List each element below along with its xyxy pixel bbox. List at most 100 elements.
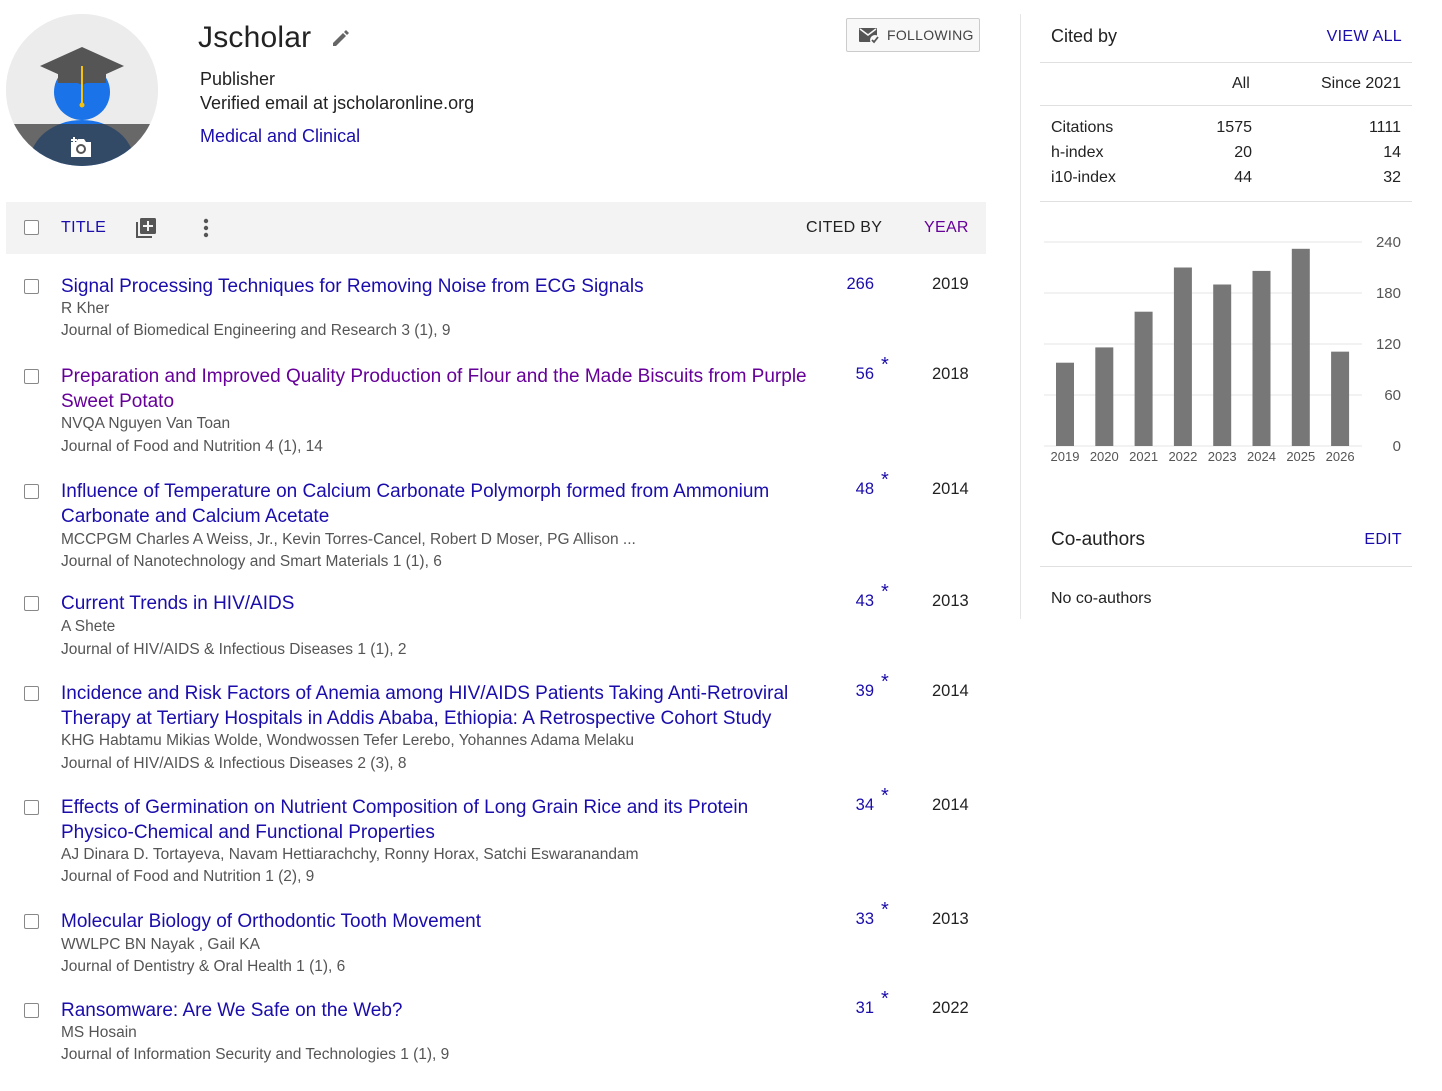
- column-since-header: Since 2021: [1320, 75, 1401, 92]
- stat-label: i10-index: [1051, 169, 1116, 186]
- stat-all: 20: [1234, 144, 1252, 161]
- article-year: 2019: [932, 275, 969, 293]
- divider: [1040, 201, 1412, 202]
- cited-by-count[interactable]: 56: [856, 365, 874, 384]
- bar[interactable]: [1056, 362, 1074, 446]
- y-tick-label: 180: [1376, 285, 1401, 302]
- x-tick-label: 2025: [1286, 449, 1315, 464]
- article-title-link[interactable]: Signal Processing Techniques for Removin…: [61, 274, 811, 299]
- x-tick-label: 2023: [1208, 449, 1237, 464]
- article-venue: Journal of HIV/AIDS & Infectious Disease…: [61, 641, 407, 658]
- bar[interactable]: [1095, 347, 1114, 446]
- merged-marker: *: [881, 469, 889, 491]
- bar[interactable]: [1134, 311, 1153, 446]
- stat-label: Citations: [1051, 119, 1114, 136]
- bar[interactable]: [1331, 351, 1350, 446]
- stat-since: 1111: [1368, 119, 1401, 136]
- y-tick-label: 0: [1393, 438, 1401, 455]
- add-article-icon[interactable]: [135, 217, 157, 239]
- stat-label: h-index: [1051, 144, 1104, 161]
- divider: [1040, 566, 1412, 567]
- bar[interactable]: [1252, 270, 1271, 446]
- row-checkbox[interactable]: [24, 369, 39, 384]
- merged-marker: *: [881, 899, 889, 921]
- cited-by-count[interactable]: 48: [856, 480, 874, 499]
- stat-row-citations: Citations 1575 1111: [1040, 119, 1412, 144]
- profile-email: Verified email at jscholaronline.org: [200, 93, 475, 113]
- article-authors: AJ Dinara D. Tortayeva, Navam Hettiarach…: [61, 846, 639, 863]
- row-checkbox[interactable]: [24, 800, 39, 815]
- stat-all: 1575: [1216, 119, 1252, 136]
- bar[interactable]: [1213, 284, 1232, 447]
- article-venue: Journal of Food and Nutrition 1 (2), 9: [61, 868, 315, 885]
- edit-co-authors-button[interactable]: EDIT: [1364, 531, 1402, 549]
- view-all-button[interactable]: VIEW ALL: [1327, 28, 1402, 46]
- article-venue: Journal of Dentistry & Oral Health 1 (1)…: [61, 958, 346, 975]
- cited-by-count[interactable]: 31: [856, 999, 874, 1018]
- article-title-link[interactable]: Incidence and Risk Factors of Anemia amo…: [61, 681, 811, 731]
- more-vert-icon[interactable]: [201, 217, 211, 239]
- article-title-link[interactable]: Ransomware: Are We Safe on the Web?: [61, 998, 811, 1023]
- stat-row-h-index: h-index 20 14: [1040, 144, 1412, 169]
- cited-by-count[interactable]: 34: [856, 796, 874, 815]
- following-label: FOLLOWING: [887, 27, 974, 43]
- following-button[interactable]: FOLLOWING: [846, 18, 980, 52]
- divider: [1040, 105, 1412, 106]
- citations-per-year-chart: 0 60 120 180 240 2019 2020 2021 2022 2023 2024 2025…: [1044, 234, 1401, 464]
- select-all-checkbox[interactable]: [24, 220, 39, 235]
- article-title-link[interactable]: Preparation and Improved Quality Product…: [61, 364, 811, 414]
- article-venue: Journal of Biomedical Engineering and Re…: [61, 322, 451, 339]
- stat-since: 32: [1383, 169, 1401, 186]
- article-year: 2022: [932, 999, 969, 1017]
- row-checkbox[interactable]: [24, 914, 39, 929]
- sort-title-button[interactable]: TITLE: [61, 219, 106, 237]
- column-all-header: All: [1232, 75, 1250, 92]
- avatar[interactable]: [6, 14, 158, 166]
- article-authors: KHG Habtamu Mikias Wolde, Wondwossen Tef…: [61, 732, 634, 749]
- article-title-link[interactable]: Molecular Biology of Orthodontic Tooth M…: [61, 909, 811, 934]
- article-venue: Journal of HIV/AIDS & Infectious Disease…: [61, 755, 407, 772]
- merged-marker: *: [881, 354, 889, 376]
- divider: [1040, 62, 1412, 63]
- article-title-link[interactable]: Effects of Germination on Nutrient Compo…: [61, 795, 811, 845]
- article-authors: NVQA Nguyen Van Toan: [61, 415, 231, 432]
- x-tick-label: 2026: [1326, 449, 1355, 464]
- bar[interactable]: [1291, 248, 1310, 446]
- row-checkbox[interactable]: [24, 484, 39, 499]
- article-title-link[interactable]: Influence of Temperature on Calcium Carb…: [61, 479, 811, 529]
- sort-year-button[interactable]: YEAR: [924, 219, 969, 237]
- stat-all: 44: [1234, 169, 1252, 186]
- articles-table-header: TITLE CITED BY YEAR: [6, 202, 986, 254]
- cited-by-count[interactable]: 266: [846, 275, 874, 294]
- cited-by-count[interactable]: 43: [856, 592, 874, 611]
- camera-icon[interactable]: [68, 137, 94, 159]
- bar[interactable]: [1173, 267, 1192, 447]
- merged-marker: *: [881, 581, 889, 603]
- x-tick-label: 2022: [1168, 449, 1197, 464]
- cited-by-count[interactable]: 33: [856, 910, 874, 929]
- no-co-authors-text: No co-authors: [1051, 590, 1152, 607]
- interest-link[interactable]: Medical and Clinical: [200, 124, 360, 148]
- article-year: 2014: [932, 796, 969, 814]
- row-checkbox[interactable]: [24, 686, 39, 701]
- stat-since: 14: [1383, 144, 1401, 161]
- article-authors: A Shete: [61, 618, 116, 635]
- profile-affiliation: Publisher: [200, 69, 276, 89]
- row-checkbox[interactable]: [24, 279, 39, 294]
- cited-by-count[interactable]: 39: [856, 682, 874, 701]
- mail-check-icon: [859, 28, 880, 44]
- edit-pencil-icon[interactable]: [331, 28, 351, 48]
- name-row: Jscholar: [198, 18, 351, 58]
- stat-row-i10-index: i10-index 44 32: [1040, 169, 1412, 194]
- sort-cited-by-button[interactable]: CITED BY: [806, 219, 882, 237]
- article-authors: MS Hosain: [61, 1024, 137, 1041]
- row-checkbox[interactable]: [24, 1003, 39, 1018]
- article-year: 2018: [932, 365, 969, 383]
- row-checkbox[interactable]: [24, 596, 39, 611]
- article-year: 2013: [932, 910, 969, 928]
- article-title-link[interactable]: Current Trends in HIV/AIDS: [61, 591, 811, 616]
- article-authors: WWLPC BN Nayak , Gail KA: [61, 936, 260, 953]
- x-tick-label: 2020: [1090, 449, 1119, 464]
- article-venue: Journal of Nanotechnology and Smart Mate…: [61, 553, 442, 570]
- article-authors: R Kher: [61, 300, 110, 317]
